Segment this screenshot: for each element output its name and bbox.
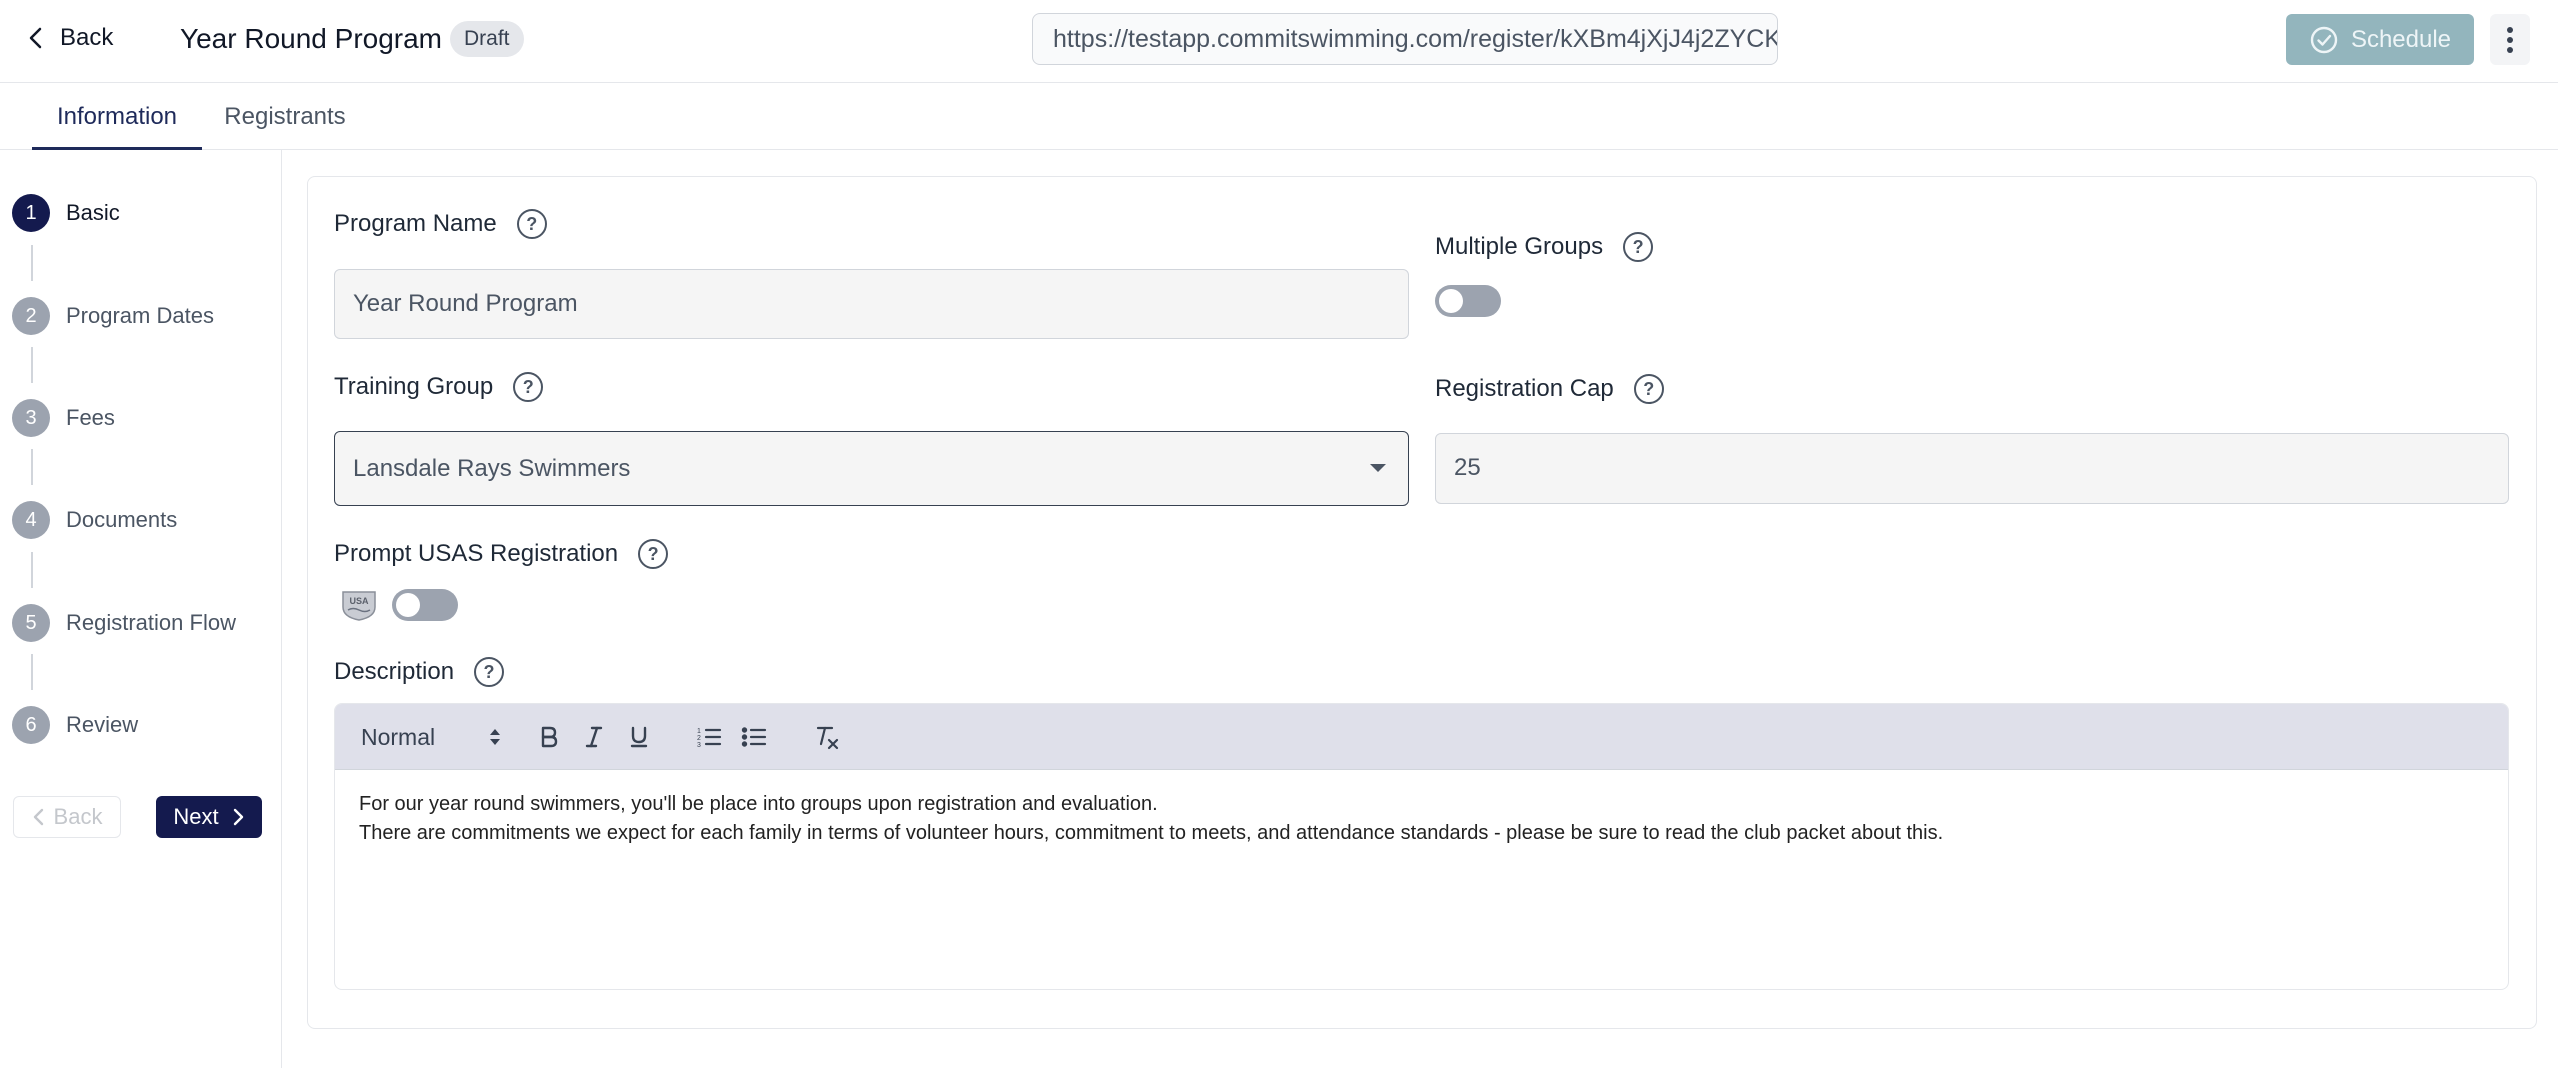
step-review[interactable]: 6 Review — [12, 705, 138, 745]
svg-text:2: 2 — [697, 735, 701, 742]
description-line: There are commitments we expect for each… — [359, 822, 1944, 844]
tab-information[interactable]: Information — [32, 84, 202, 150]
description-label-text: Description — [334, 658, 455, 685]
usa-swimming-logo-icon: USA — [342, 591, 376, 621]
clear-format-button[interactable] — [810, 721, 844, 753]
help-icon[interactable]: ? — [516, 209, 547, 239]
step-number: 6 — [12, 706, 50, 744]
step-sidebar: 1 Basic 2 Program Dates 3 Fees 4 Documen… — [0, 150, 282, 1068]
step-number: 4 — [12, 501, 50, 539]
step-connector — [31, 552, 33, 588]
help-icon[interactable]: ? — [474, 657, 505, 687]
step-number: 2 — [12, 297, 50, 335]
bullet-list-icon — [741, 727, 767, 747]
step-label: Registration Flow — [66, 610, 236, 635]
underline-icon — [630, 726, 648, 748]
ordered-list-icon: 123 — [697, 728, 722, 749]
step-label: Basic — [66, 200, 120, 225]
program-name-label: Program Name ? — [334, 209, 547, 239]
registration-cap-input[interactable]: 25 — [1435, 433, 2509, 504]
svg-text:1: 1 — [697, 728, 701, 735]
description-text[interactable]: For our year round swimmers, you'll be p… — [359, 790, 2479, 848]
step-next-label: Next — [173, 804, 219, 829]
training-group-label-text: Training Group — [334, 373, 494, 400]
top-header: Back Year Round Program Draft https://te… — [0, 0, 2558, 83]
step-back-label: Back — [53, 804, 103, 829]
step-connector — [31, 347, 33, 383]
status-badge: Draft — [450, 21, 524, 57]
description-label: Description ? — [334, 657, 505, 687]
description-editor[interactable]: Normal 123 For our year round swimmers, … — [334, 703, 2509, 990]
tab-registrants[interactable]: Registrants — [215, 84, 355, 150]
schedule-button[interactable]: Schedule — [2286, 14, 2474, 65]
step-number: 3 — [12, 399, 50, 437]
usa-logo-text: USA — [349, 596, 369, 606]
clear-format-icon — [816, 726, 839, 750]
more-options-button[interactable] — [2490, 14, 2530, 65]
help-icon[interactable]: ? — [638, 539, 669, 569]
chevron-right-icon — [233, 808, 243, 826]
step-label: Program Dates — [66, 303, 214, 328]
bold-button[interactable] — [533, 721, 565, 753]
step-fees[interactable]: 3 Fees — [12, 398, 115, 438]
ordered-list-button[interactable]: 123 — [692, 721, 726, 753]
step-label: Fees — [66, 405, 115, 430]
registration-cap-label-text: Registration Cap — [1435, 375, 1614, 402]
step-next-button[interactable]: Next — [156, 796, 262, 838]
prompt-usas-label-text: Prompt USAS Registration — [334, 540, 619, 567]
step-back-button[interactable]: Back — [13, 796, 121, 838]
schedule-label: Schedule — [2350, 25, 2452, 53]
italic-icon — [585, 726, 603, 748]
step-label: Documents — [66, 507, 178, 532]
step-registration-flow[interactable]: 5 Registration Flow — [12, 603, 236, 643]
help-icon[interactable]: ? — [1633, 374, 1664, 404]
training-group-label: Training Group ? — [334, 372, 544, 402]
page-title: Year Round Program — [180, 23, 443, 54]
italic-button[interactable] — [578, 721, 610, 753]
step-label: Review — [66, 712, 139, 737]
program-name-label-text: Program Name — [334, 210, 497, 237]
underline-button[interactable] — [623, 721, 655, 753]
registration-cap-label: Registration Cap ? — [1435, 374, 1664, 404]
updown-arrows-icon — [490, 729, 500, 745]
kebab-menu-icon — [2507, 26, 2513, 53]
step-number: 1 — [12, 194, 50, 232]
dropdown-caret-icon — [1370, 464, 1386, 472]
check-circle-icon — [2310, 26, 2338, 53]
description-line: For our year round swimmers, you'll be p… — [359, 793, 1158, 815]
step-basic[interactable]: 1 Basic — [12, 193, 120, 233]
training-group-select[interactable]: Lansdale Rays Swimmers — [334, 431, 1409, 506]
prompt-usas-label: Prompt USAS Registration ? — [334, 539, 669, 569]
bold-icon — [541, 726, 558, 748]
tab-bar: Information Registrants — [0, 84, 2558, 150]
multiple-groups-label: Multiple Groups ? — [1435, 232, 1654, 262]
chevron-left-icon — [33, 808, 43, 826]
training-group-value: Lansdale Rays Swimmers — [353, 455, 631, 482]
multiple-groups-toggle[interactable] — [1435, 285, 1501, 317]
help-icon[interactable]: ? — [513, 372, 544, 402]
step-number: 5 — [12, 604, 50, 642]
chevron-left-icon — [29, 27, 42, 49]
text-format-select[interactable]: Normal — [361, 721, 501, 753]
text-format-value: Normal — [361, 723, 436, 750]
svg-text:3: 3 — [697, 742, 701, 749]
back-label: Back — [60, 24, 114, 51]
register-url-field[interactable]: https://testapp.commitswimming.com/regis… — [1032, 13, 1778, 65]
editor-toolbar: Normal 123 — [335, 704, 2508, 770]
step-program-dates[interactable]: 2 Program Dates — [12, 296, 214, 336]
step-documents[interactable]: 4 Documents — [12, 500, 177, 540]
step-connector — [31, 449, 33, 485]
multiple-groups-label-text: Multiple Groups — [1435, 233, 1604, 260]
bullet-list-button[interactable] — [737, 721, 771, 753]
step-connector — [31, 245, 33, 281]
help-icon[interactable]: ? — [1623, 232, 1654, 262]
prompt-usas-toggle[interactable] — [392, 589, 458, 621]
step-connector — [31, 654, 33, 690]
program-name-input[interactable]: Year Round Program — [334, 269, 1409, 339]
back-button[interactable]: Back — [24, 18, 113, 58]
